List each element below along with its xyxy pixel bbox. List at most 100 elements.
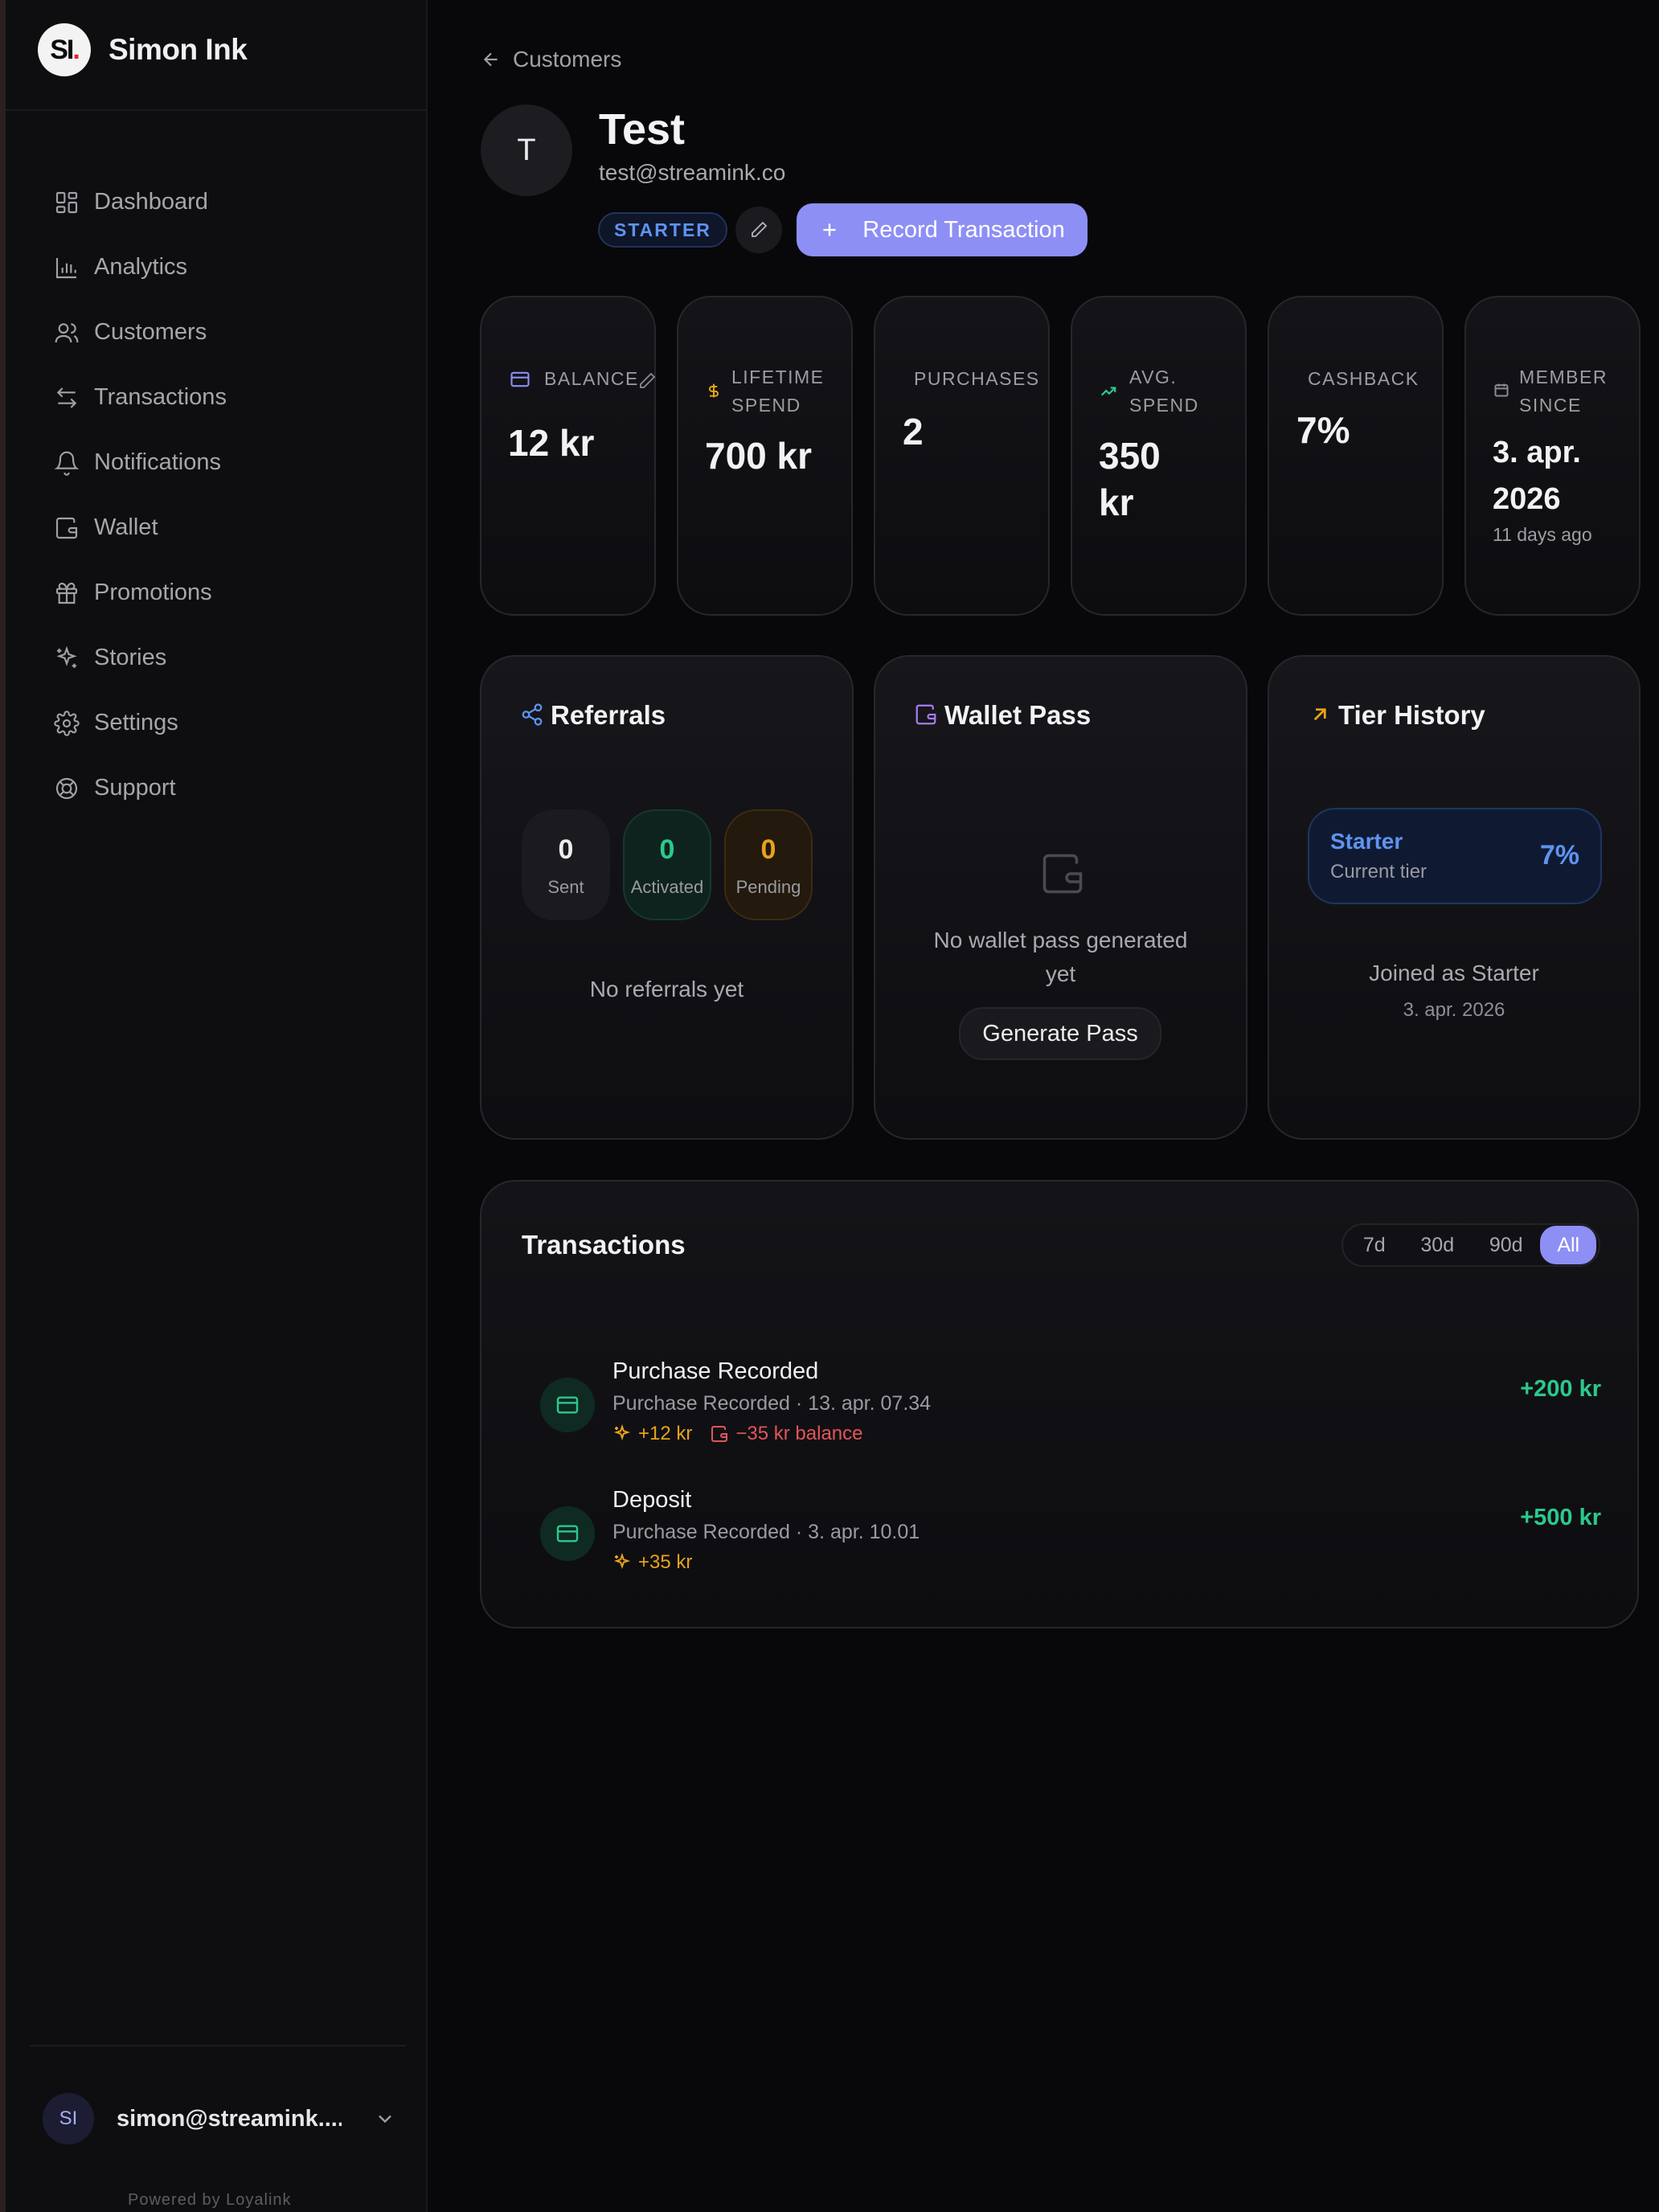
- stat-label: PURCHASES: [914, 368, 1040, 389]
- lifebuoy-icon: [54, 776, 80, 801]
- users-icon: [54, 320, 80, 346]
- user-menu[interactable]: SI simon@streamink....: [43, 2093, 396, 2144]
- credit-card-icon: [510, 371, 530, 387]
- breadcrumb[interactable]: Customers: [481, 47, 621, 72]
- stat-value: 7%: [1296, 409, 1350, 451]
- wallet-empty-line: No wallet pass generated: [933, 928, 1188, 952]
- stat-value-line: 3. apr.: [1493, 436, 1581, 469]
- powered-by: Powered by Loyalink: [128, 2191, 292, 2209]
- credit-card-icon: [540, 1506, 595, 1561]
- arrow-up-right-icon: [1313, 708, 1326, 721]
- sidebar-item-label: Notifications: [94, 449, 221, 475]
- transaction-badges: +12 kr −35 kr balance: [612, 1423, 862, 1445]
- breadcrumb-label: Customers: [513, 47, 622, 72]
- stat-card-avg-spend: AVG. SPEND 350 kr: [1071, 296, 1247, 616]
- record-transaction-button[interactable]: Record Transaction: [797, 203, 1088, 256]
- table-row[interactable]: Deposit Purchase Recorded · 3. apr. 10.0…: [540, 1487, 1601, 1591]
- range-90d-button[interactable]: 90d: [1472, 1226, 1540, 1264]
- sidebar-item-label: Transactions: [94, 384, 227, 410]
- panel-title: Transactions: [522, 1230, 686, 1260]
- range-30d-button[interactable]: 30d: [1403, 1226, 1472, 1264]
- gift-icon: [54, 580, 80, 606]
- stat-label-line: SINCE: [1519, 395, 1582, 416]
- brand-logo: SI.: [38, 23, 91, 76]
- referral-stat-pending: 0 Pending: [724, 809, 813, 920]
- wallet-pass-panel: Wallet Pass No wallet pass generated yet…: [874, 655, 1247, 1140]
- record-transaction-label: Record Transaction: [862, 216, 1065, 243]
- range-all-button[interactable]: All: [1540, 1226, 1596, 1264]
- referral-label: Pending: [735, 877, 801, 897]
- stat-card-cashback: CASHBACK 7%: [1268, 296, 1444, 616]
- stat-value-line: kr: [1099, 481, 1134, 523]
- panel-title: Referrals: [551, 700, 666, 730]
- stat-label-line: SPEND: [731, 395, 801, 416]
- stat-label-line: MEMBER: [1519, 367, 1608, 387]
- balance-change: −35 kr balance: [735, 1423, 863, 1444]
- brand-logo-dot: .: [72, 34, 80, 65]
- wallet-empty-text: No wallet pass generated yet: [875, 924, 1246, 991]
- credit-card-icon: [540, 1378, 595, 1432]
- points-earned: +35 kr: [638, 1551, 693, 1573]
- stat-card-lifetime-spend: LIFETIME SPEND 700 kr: [677, 296, 853, 616]
- stat-label-line: LIFETIME: [731, 367, 825, 387]
- tier-joined-text: Joined as Starter: [1369, 961, 1539, 985]
- stat-subtext: 11 days ago: [1493, 524, 1592, 545]
- chevron-down-icon[interactable]: [374, 2108, 396, 2130]
- brand[interactable]: SI. Simon Ink: [38, 23, 248, 77]
- brand-name: Simon Ink: [109, 33, 248, 66]
- transaction-amount: +200 kr: [1520, 1376, 1601, 1402]
- wallet-icon: [54, 515, 80, 541]
- stat-card-purchases: PURCHASES 2: [874, 296, 1050, 616]
- current-tier-card: Starter Current tier 7%: [1308, 808, 1602, 904]
- arrow-left-icon: [483, 52, 498, 67]
- wallet-icon: [711, 1426, 728, 1442]
- referral-count: 0: [659, 834, 675, 865]
- sidebar-nav: Dashboard Analytics Customers Transactio…: [54, 159, 227, 831]
- stat-value: 2: [903, 411, 924, 453]
- transactions-panel: Transactions 7d 30d 90d All Purchase Rec…: [480, 1180, 1639, 1628]
- edit-tier-button[interactable]: [735, 207, 782, 253]
- range-7d-button[interactable]: 7d: [1346, 1226, 1403, 1264]
- range-selector: 7d 30d 90d All: [1342, 1223, 1600, 1267]
- sidebar-item-label: Analytics: [94, 254, 188, 280]
- wallet-icon: [916, 704, 936, 725]
- table-row[interactable]: Purchase Recorded Purchase Recorded · 13…: [540, 1358, 1601, 1463]
- sidebar-item-label: Support: [94, 775, 176, 801]
- customer-avatar: T: [481, 104, 572, 196]
- main-content: Customers T Test test@streamink.co START…: [429, 0, 1659, 2212]
- sidebar-item-label: Customers: [94, 319, 207, 345]
- sparkles-icon: [613, 1424, 631, 1441]
- tier-rate: 7%: [1539, 840, 1579, 870]
- referrals-empty-text: No referrals yet: [589, 977, 744, 1002]
- sparkles-icon: [613, 1553, 631, 1570]
- generate-pass-button[interactable]: Generate Pass: [959, 1007, 1161, 1060]
- share-icon: [522, 703, 543, 726]
- stat-label-line: SPEND: [1129, 395, 1199, 416]
- sidebar-item-label: Wallet: [94, 514, 158, 540]
- sidebar-item-support[interactable]: Support: [54, 745, 227, 831]
- referral-label: Sent: [547, 877, 584, 897]
- stat-label: CASHBACK: [1308, 368, 1419, 389]
- dashboard-icon: [54, 190, 80, 215]
- transaction-meta: Purchase Recorded · 3. apr. 10.01: [612, 1521, 920, 1543]
- transaction-name: Deposit: [612, 1487, 692, 1513]
- arrows-swap-icon: [54, 385, 80, 411]
- referral-count: 0: [760, 834, 776, 865]
- stat-label: LIFETIME SPEND: [731, 363, 825, 420]
- pencil-icon: [752, 221, 768, 237]
- pencil-icon[interactable]: [637, 371, 657, 391]
- transaction-meta: Purchase Recorded · 13. apr. 07.34: [612, 1392, 932, 1415]
- referrals-panel: Referrals 0 Sent 0 Activated 0 Pending N…: [480, 655, 854, 1140]
- sidebar-item-label: Promotions: [94, 580, 212, 605]
- sidebar-item-label: Dashboard: [94, 189, 208, 215]
- stat-value-line: 350: [1099, 435, 1161, 477]
- wallet-empty-icon: [1043, 854, 1083, 894]
- bar-chart-icon: [54, 255, 80, 281]
- stat-label: AVG. SPEND: [1129, 363, 1199, 420]
- current-tier-label: Current tier: [1330, 861, 1428, 883]
- tier-history-panel: Tier History Starter Current tier 7% Joi…: [1268, 655, 1641, 1140]
- user-email: simon@streamink....: [117, 2105, 342, 2132]
- tier-joined-date: 3. apr. 2026: [1403, 999, 1505, 1021]
- panel-title: Tier History: [1338, 700, 1485, 730]
- stat-label: BALANCE: [544, 368, 639, 389]
